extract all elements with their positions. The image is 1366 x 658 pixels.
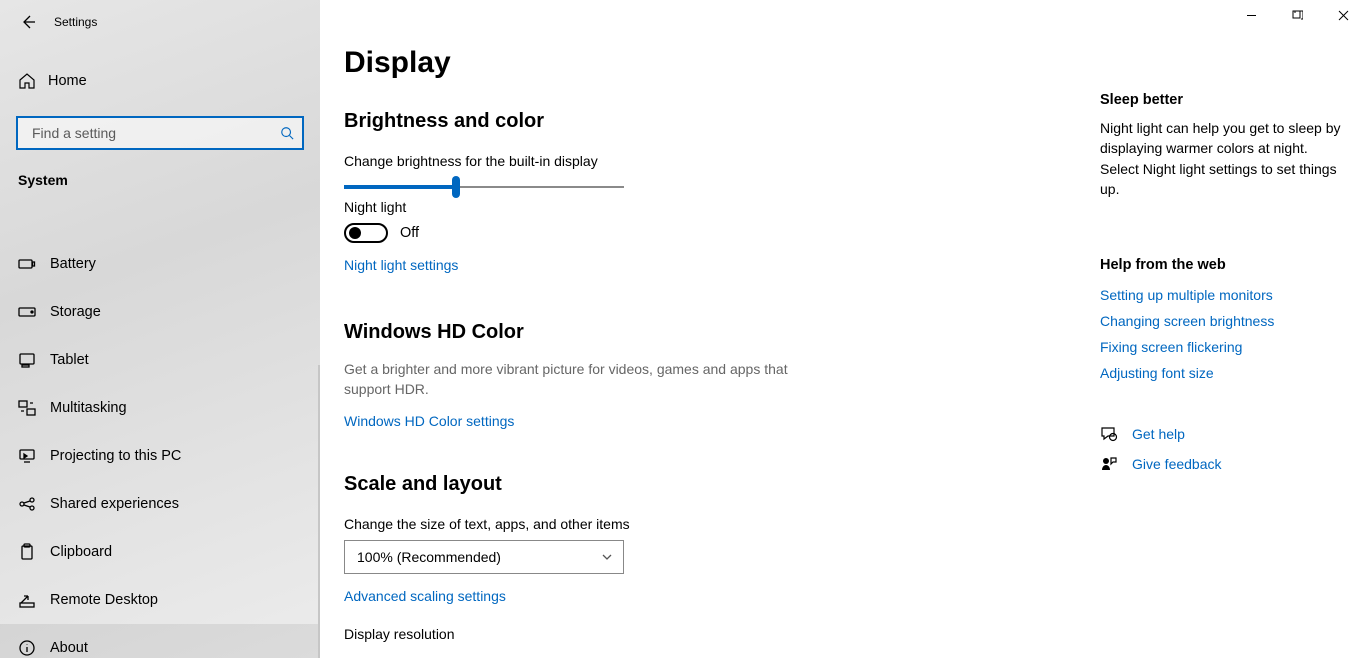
feedback-icon: [1100, 455, 1118, 473]
help-link-flicker[interactable]: Fixing screen flickering: [1100, 339, 1344, 355]
help-link-multimon[interactable]: Setting up multiple monitors: [1100, 287, 1344, 303]
night-light-state: Off: [400, 225, 419, 241]
sidebar-home[interactable]: Home: [0, 58, 320, 104]
sidebar-item-label: Battery: [50, 256, 96, 272]
window-controls: [1228, 0, 1366, 30]
sidebar-item-label: Remote Desktop: [50, 592, 158, 608]
sidebar-item-label: Storage: [50, 304, 101, 320]
help-heading: Help from the web: [1100, 257, 1344, 273]
page-title: Display: [344, 46, 1060, 80]
get-help-icon: [1100, 425, 1118, 443]
storage-icon: [18, 303, 36, 321]
advanced-scaling-link[interactable]: Advanced scaling settings: [344, 588, 506, 604]
search-icon: [280, 126, 294, 140]
slider-thumb[interactable]: [452, 176, 460, 198]
section-hdcolor: Windows HD Color: [344, 321, 1060, 344]
sidebar-item-clipboard[interactable]: Clipboard: [0, 528, 320, 576]
right-pane: Sleep better Night light can help you ge…: [1100, 0, 1366, 658]
sleep-body: Night light can help you get to sleep by…: [1100, 118, 1344, 199]
night-light-settings-link[interactable]: Night light settings: [344, 257, 458, 273]
category-heading: System: [18, 172, 320, 188]
brightness-slider[interactable]: [344, 177, 624, 179]
main: Display Brightness and color Change brig…: [320, 0, 1366, 658]
nav-list: Battery Storage Tablet Multitasking Proj…: [0, 240, 320, 658]
help-link-brightness[interactable]: Changing screen brightness: [1100, 313, 1344, 329]
sidebar-item-label: Multitasking: [50, 400, 127, 416]
sidebar-item-remote[interactable]: Remote Desktop: [0, 576, 320, 624]
help-link-fontsize[interactable]: Adjusting font size: [1100, 365, 1344, 381]
sidebar: Settings Home System Battery Storage: [0, 0, 320, 658]
sidebar-item-label: Tablet: [50, 352, 89, 368]
hdcolor-desc: Get a brighter and more vibrant picture …: [344, 360, 804, 399]
night-light-toggle[interactable]: [344, 223, 388, 243]
projecting-icon: [18, 447, 36, 465]
hdcolor-settings-link[interactable]: Windows HD Color settings: [344, 413, 514, 429]
battery-icon: [18, 255, 36, 273]
shared-icon: [18, 495, 36, 513]
scale-size-value: 100% (Recommended): [357, 549, 501, 565]
search-input[interactable]: [30, 124, 280, 142]
remote-desktop-icon: [18, 591, 36, 609]
info-icon: [18, 639, 36, 657]
resolution-label: Display resolution: [344, 626, 1060, 642]
minimize-button[interactable]: [1228, 0, 1274, 30]
content: Display Brightness and color Change brig…: [320, 0, 1100, 658]
sleep-heading: Sleep better: [1100, 92, 1344, 108]
arrow-left-icon: [20, 14, 36, 30]
home-label: Home: [48, 73, 87, 89]
sidebar-item-label: Shared experiences: [50, 496, 179, 512]
get-help-label: Get help: [1132, 426, 1185, 442]
clipboard-icon: [18, 543, 36, 561]
sidebar-item-multitasking[interactable]: Multitasking: [0, 384, 320, 432]
scale-size-label: Change the size of text, apps, and other…: [344, 516, 1060, 532]
scale-size-select[interactable]: 100% (Recommended): [344, 540, 624, 574]
multitasking-icon: [18, 399, 36, 417]
sidebar-item-label: Projecting to this PC: [50, 448, 181, 464]
sidebar-item-label: About: [50, 640, 88, 656]
chevron-down-icon: [601, 551, 613, 563]
search-box[interactable]: [16, 116, 304, 150]
section-brightness: Brightness and color: [344, 110, 1060, 133]
sidebar-item-battery[interactable]: Battery: [0, 240, 320, 288]
give-feedback-row[interactable]: Give feedback: [1100, 455, 1344, 473]
sidebar-item-storage[interactable]: Storage: [0, 288, 320, 336]
night-light-label: Night light: [344, 199, 1060, 215]
sidebar-item-label: Clipboard: [50, 544, 112, 560]
home-icon: [18, 72, 36, 90]
sidebar-item-shared[interactable]: Shared experiences: [0, 480, 320, 528]
back-button[interactable]: [8, 2, 48, 42]
get-help-row[interactable]: Get help: [1100, 425, 1344, 443]
section-scale: Scale and layout: [344, 473, 1060, 496]
give-feedback-label: Give feedback: [1132, 456, 1222, 472]
sidebar-item-about[interactable]: About: [0, 624, 320, 658]
tablet-icon: [18, 351, 36, 369]
close-button[interactable]: [1320, 0, 1366, 30]
brightness-slider-label: Change brightness for the built-in displ…: [344, 153, 1060, 169]
app-title: Settings: [54, 15, 97, 29]
sidebar-item-tablet[interactable]: Tablet: [0, 336, 320, 384]
maximize-button[interactable]: [1274, 0, 1320, 30]
sidebar-item-projecting[interactable]: Projecting to this PC: [0, 432, 320, 480]
